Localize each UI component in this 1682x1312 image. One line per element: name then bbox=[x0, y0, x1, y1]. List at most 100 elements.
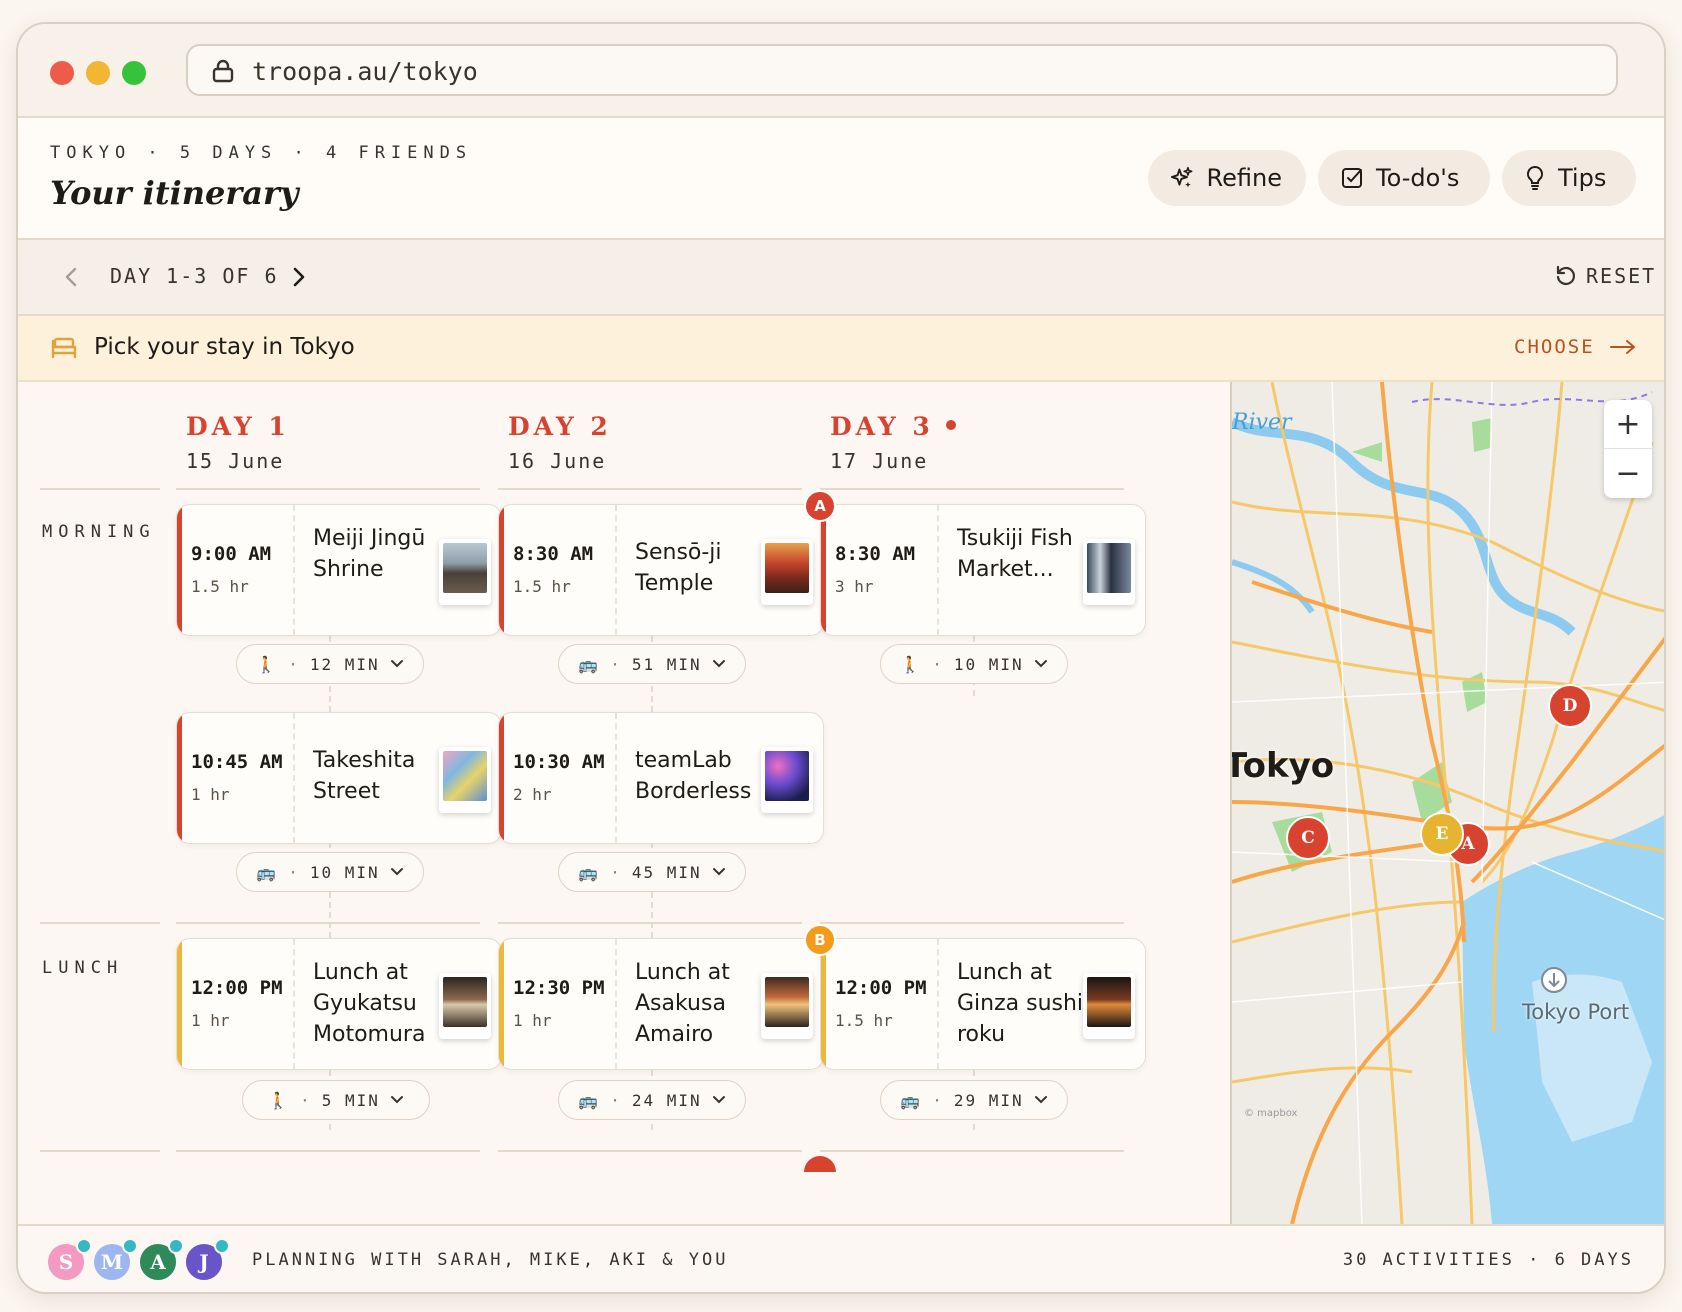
transit-pill[interactable]: 🚶 · 5 MIN bbox=[242, 1080, 430, 1120]
refine-button[interactable]: Refine bbox=[1148, 150, 1306, 206]
bed-icon bbox=[51, 337, 77, 359]
divider bbox=[40, 488, 160, 490]
card-divider bbox=[615, 939, 617, 1069]
avatar[interactable]: M bbox=[92, 1238, 138, 1282]
chevron-down-icon bbox=[390, 1096, 403, 1104]
activity-name: teamLab Borderless bbox=[635, 748, 752, 804]
activity-photo bbox=[761, 973, 813, 1039]
day-label-text: DAY 3 bbox=[830, 412, 934, 441]
transit-pill[interactable]: 🚌 · 24 MIN bbox=[558, 1080, 746, 1120]
todos-button[interactable]: To-do's bbox=[1318, 150, 1490, 206]
section-lunch: LUNCH bbox=[42, 958, 124, 978]
lunch-accent-bar bbox=[177, 939, 182, 1069]
morning-accent-bar bbox=[821, 505, 826, 635]
transit-duration: 10 MIN bbox=[309, 862, 380, 882]
separator: · bbox=[610, 1090, 622, 1110]
map-zoom-control: + − bbox=[1604, 400, 1652, 498]
activity-photo bbox=[761, 539, 813, 605]
tips-button[interactable]: Tips bbox=[1502, 150, 1636, 206]
divider bbox=[176, 1150, 480, 1152]
activity-card-tsukiji-fish-market[interactable]: 8:30 AM 3 hr Tsukiji Fish Market... bbox=[820, 504, 1146, 636]
divider bbox=[40, 922, 160, 924]
trip-stats: 30 ACTIVITIES · 6 DAYS bbox=[1342, 1250, 1634, 1270]
day-range-label: DAY 1-3 OF 6 bbox=[110, 264, 279, 288]
transit-duration: 24 MIN bbox=[631, 1090, 702, 1110]
choose-stay-button[interactable]: CHOOSE bbox=[1514, 336, 1637, 358]
transit-pill[interactable]: 🚌 · 45 MIN bbox=[558, 852, 746, 892]
stay-prompt-text: Pick your stay in bbox=[94, 334, 291, 360]
activity-card-takeshita-street[interactable]: 10:45 AM 1 hr Takeshita Street bbox=[176, 712, 502, 844]
bus-icon: 🚌 bbox=[578, 1090, 601, 1110]
avatar[interactable]: S bbox=[46, 1238, 92, 1282]
activity-time: 12:00 PM bbox=[835, 977, 927, 999]
map-marker-d[interactable]: D bbox=[1548, 684, 1592, 728]
activity-photo bbox=[1083, 539, 1135, 605]
activity-photo bbox=[439, 539, 491, 605]
activity-card-ginza-sushi-roku[interactable]: 12:00 PM 1.5 hr Lunch at Ginza sushi rok… bbox=[820, 938, 1146, 1070]
map-canvas[interactable] bbox=[1232, 382, 1666, 1224]
separator: · bbox=[610, 862, 622, 882]
transit-pill[interactable]: 🚶 · 12 MIN bbox=[236, 644, 424, 684]
activity-card-gyukatsu-motomura[interactable]: 12:00 PM 1 hr Lunch at Gyukatsu Motomura bbox=[176, 938, 502, 1070]
bus-icon: 🚌 bbox=[256, 862, 279, 882]
avatar[interactable]: A bbox=[138, 1238, 184, 1282]
lock-icon bbox=[212, 59, 234, 83]
divider bbox=[498, 922, 802, 924]
avatar[interactable]: J bbox=[184, 1238, 230, 1282]
activity-name: Sensō-ji Temple bbox=[635, 540, 722, 596]
close-window-button[interactable] bbox=[50, 61, 74, 85]
activity-card-asakusa-amairo[interactable]: 12:30 PM 1 hr Lunch at Asakusa Amairo bbox=[498, 938, 824, 1070]
activity-card-teamlab-borderless[interactable]: 10:30 AM 2 hr teamLab Borderless bbox=[498, 712, 824, 844]
chevron-left-icon[interactable] bbox=[64, 266, 78, 288]
activity-time: 8:30 AM bbox=[513, 543, 594, 565]
online-indicator bbox=[76, 1238, 92, 1254]
collaborators-footer: S M A J PLANNING WITH SARAH, MIKE, AKI &… bbox=[18, 1224, 1664, 1292]
card-divider bbox=[293, 713, 295, 843]
transit-duration: 12 MIN bbox=[309, 654, 380, 674]
map-marker-badge: B bbox=[804, 924, 836, 956]
trip-summary: TOKYO · 5 DAYS · 4 FRIENDS bbox=[50, 143, 473, 163]
todos-label: To-do's bbox=[1376, 164, 1460, 192]
maximize-window-button[interactable] bbox=[122, 61, 146, 85]
day-label: DAY 1 bbox=[186, 412, 290, 441]
map-marker-e[interactable]: E bbox=[1420, 812, 1464, 856]
divider bbox=[820, 488, 1124, 490]
lunch-accent-bar bbox=[821, 939, 826, 1069]
choose-label: CHOOSE bbox=[1514, 336, 1595, 358]
activity-photo bbox=[439, 973, 491, 1039]
day-navigation: DAY 1-3 OF 6 RESET bbox=[18, 240, 1664, 316]
activity-name: Lunch at Ginza sushi roku bbox=[957, 960, 1084, 1047]
lunch-accent-bar bbox=[499, 939, 504, 1069]
activity-card-sensoji-temple[interactable]: 8:30 AM 1.5 hr Sensō-ji Temple bbox=[498, 504, 824, 636]
transit-pill[interactable]: 🚶 · 10 MIN bbox=[880, 644, 1068, 684]
chevron-right-icon[interactable] bbox=[292, 266, 306, 288]
transit-pill[interactable]: 🚌 · 51 MIN bbox=[558, 644, 746, 684]
activity-photo bbox=[1083, 973, 1135, 1039]
activity-duration: 1.5 hr bbox=[513, 577, 571, 596]
activity-photo bbox=[439, 747, 491, 813]
divider bbox=[176, 922, 480, 924]
activity-duration: 2 hr bbox=[513, 785, 552, 804]
stay-prompt: Pick your stay in Tokyo bbox=[94, 334, 355, 360]
stay-banner: Pick your stay in Tokyo CHOOSE bbox=[18, 316, 1664, 382]
transit-pill[interactable]: 🚌 · 10 MIN bbox=[236, 852, 424, 892]
zoom-in-button[interactable]: + bbox=[1604, 400, 1652, 449]
day-3-header: DAY 3 17 June bbox=[830, 412, 956, 473]
activity-card-meiji-jingu[interactable]: 9:00 AM 1.5 hr Meiji Jingū Shrine bbox=[176, 504, 502, 636]
address-bar[interactable]: troopa.au/tokyo bbox=[186, 44, 1618, 96]
map-label-river: River bbox=[1232, 410, 1292, 435]
map-panel[interactable]: River Tokyo Tokyo Port © mapbox + − D C … bbox=[1230, 382, 1666, 1224]
transit-pill[interactable]: 🚌 · 29 MIN bbox=[880, 1080, 1068, 1120]
page-title: Your itinerary bbox=[50, 174, 299, 212]
zoom-out-button[interactable]: − bbox=[1604, 449, 1652, 498]
map-marker-c[interactable]: C bbox=[1286, 816, 1330, 860]
divider bbox=[176, 488, 480, 490]
minimize-window-button[interactable] bbox=[86, 61, 110, 85]
reset-button[interactable]: RESET bbox=[1554, 264, 1656, 288]
chevron-down-icon bbox=[712, 1096, 725, 1104]
browser-titlebar: troopa.au/tokyo bbox=[18, 24, 1664, 118]
day-date: 16 June bbox=[508, 449, 607, 473]
divider bbox=[498, 488, 802, 490]
card-divider bbox=[293, 939, 295, 1069]
card-divider bbox=[293, 505, 295, 635]
